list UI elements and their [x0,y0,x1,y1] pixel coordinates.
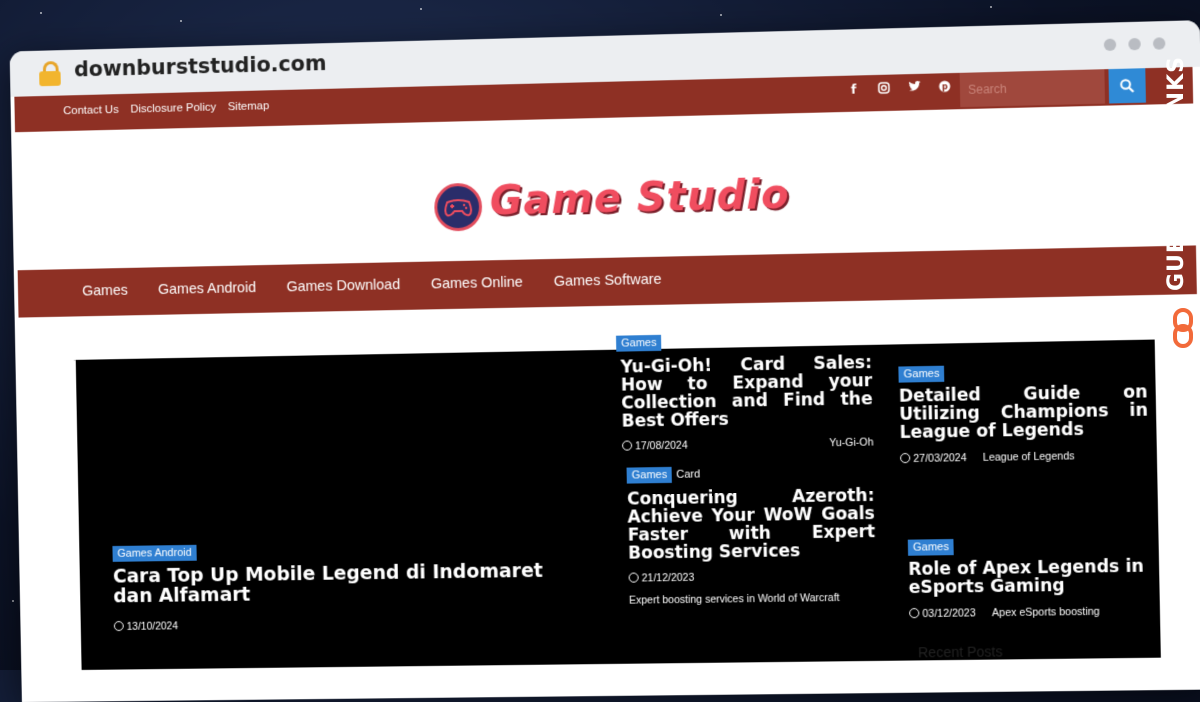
post-tag[interactable]: League of Legends [983,450,1075,464]
pinterest-icon[interactable]: p [937,80,952,95]
post-tag[interactable]: Yu-Gi-Oh [829,437,873,450]
watermark-text: GUESTPOSTLINKS [1164,56,1189,291]
clock-icon [629,573,639,583]
svg-text:p: p [942,82,948,91]
nav-item-games-download[interactable]: Games Download [286,277,400,295]
browser-window: downburststudio.com Contact Us Disclosur… [3,0,1200,677]
category-tag-card[interactable]: Card [676,468,700,480]
post-title[interactable]: Cara Top Up Mobile Legend di Indomaret d… [113,561,587,607]
nav-item-games-online[interactable]: Games Online [431,275,523,293]
logo-text: Game Studio [489,172,790,225]
category-tag[interactable]: Games [908,539,954,556]
category-tag[interactable]: Games Android [112,545,196,562]
post-title[interactable]: Role of Apex Legends in eSports Gaming [908,558,1157,597]
featured-middle-bottom-post[interactable]: GamesCard Conquering Azeroth: Achieve Yo… [626,460,876,612]
clock-icon [900,452,910,462]
window-dot-icon[interactable] [1128,38,1141,50]
contact-us-link[interactable]: Contact Us [63,104,119,117]
sitemap-link[interactable]: Sitemap [228,100,270,113]
lock-icon [39,61,61,85]
post-date: 21/12/2023 [629,570,877,585]
watermark-badge: GUESTPOSTLINKS [1164,56,1200,356]
recent-posts-heading: Recent Posts [918,643,1003,660]
nav-item-games-android[interactable]: Games Android [158,280,256,298]
social-icons: f p [846,80,952,98]
address-bar[interactable]: downburststudio.com [74,51,327,81]
post-excerpt: Expert boosting services in World of War… [629,588,877,612]
category-tag[interactable]: Games [898,366,944,383]
window-dot-icon[interactable] [1153,37,1166,49]
post-date: 27/03/2024 [900,452,967,465]
facebook-icon[interactable]: f [846,82,860,97]
featured-posts: Games Android Cara Top Up Mobile Legend … [76,340,1161,670]
post-date: 13/10/2024 [114,615,588,633]
search-input[interactable] [960,69,1105,107]
link-icon [1172,308,1194,348]
gamepad-icon [434,183,483,232]
featured-main-post[interactable]: Games Android Cara Top Up Mobile Legend … [112,535,587,633]
post-title[interactable]: Detailed Guide on Utilizing Champions in… [899,384,1149,442]
clock-icon [909,608,919,618]
window-frame: downburststudio.com Contact Us Disclosur… [10,20,1200,702]
post-tag[interactable]: Apex eSports boosting [992,605,1100,618]
post-date: 03/12/2023 [909,607,976,620]
nav-item-games-software[interactable]: Games Software [554,272,662,290]
featured-right-bottom-post[interactable]: Games Role of Apex Legends in eSports Ga… [908,532,1158,620]
disclosure-policy-link[interactable]: Disclosure Policy [130,102,216,116]
category-tag[interactable]: Games [616,335,662,352]
featured-middle-top-post[interactable]: Yu-Gi-Oh! Card Sales: How to Expand your… [620,355,873,453]
twitter-icon[interactable] [907,81,921,96]
featured-right-top-post[interactable]: Games Detailed Guide on Utilizing Champi… [898,358,1149,465]
site-logo[interactable]: Game Studio [424,172,765,240]
clock-icon [622,441,632,451]
website: Contact Us Disclosure Policy Sitemap f p [10,67,1200,702]
category-tag[interactable]: Games [627,467,673,484]
instagram-icon[interactable] [877,82,891,97]
window-dot-icon[interactable] [1104,39,1117,51]
nav-item-games[interactable]: Games [82,283,128,300]
post-title[interactable]: Yu-Gi-Oh! Card Sales: How to Expand your… [620,355,873,431]
top-links: Contact Us Disclosure Policy Sitemap [63,100,269,117]
window-controls [1104,37,1166,51]
post-date: 17/08/2024 [622,440,688,453]
post-title[interactable]: Conquering Azeroth: Achieve Your WoW Goa… [627,488,876,563]
search-button[interactable] [1108,68,1146,103]
search-icon [1120,79,1135,94]
clock-icon [114,621,124,631]
main-nav: Games Games Android Games Download Games… [18,245,1197,317]
